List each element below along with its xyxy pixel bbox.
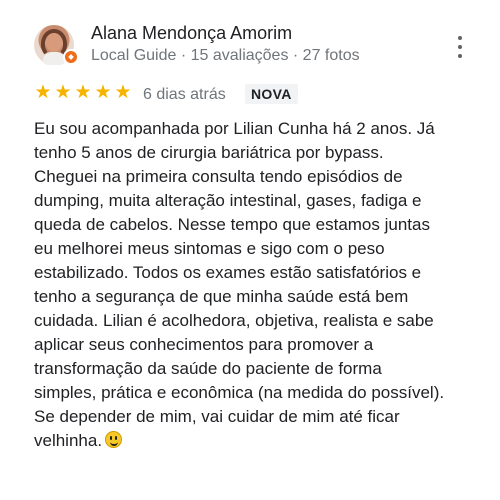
review-text-line: estabilizado. Todos os exames estão sati… <box>34 263 422 282</box>
more-dot <box>458 54 462 58</box>
review-text-line: cuidada. Lilian é acolhedora, objetiva, … <box>34 311 434 330</box>
reviewer-meta: Local Guide · 15 avaliações · 27 fotos <box>91 47 360 64</box>
review-text-line: dumping, muita alteração intestinal, gas… <box>34 191 422 210</box>
star-icon: ★ <box>54 82 72 103</box>
avatar-face <box>46 33 62 52</box>
review-text-line: velhinha. <box>34 431 103 450</box>
more-vertical-icon[interactable] <box>452 36 468 58</box>
review-text-line: Eu sou acompanhada por Lilian Cunha há 2… <box>34 119 435 138</box>
reviewer-name[interactable]: Alana Mendonça Amorim <box>91 21 292 45</box>
more-dot <box>458 45 462 49</box>
review-text-line: aplicar seus conhecimentos para promover… <box>34 335 374 354</box>
review-text-line: eu melhorei meus sintomas e sigo com o p… <box>34 239 385 258</box>
review-text-line: tenho 5 anos de cirurgia bariátrica por … <box>34 143 384 162</box>
grinning-face-emoji-icon <box>105 431 123 448</box>
star-icon: ★ <box>74 82 92 103</box>
star-icon: ★ <box>114 82 132 103</box>
profile-photo-icon[interactable] <box>34 25 79 65</box>
review-text-line: transformação da saúde do paciente de fo… <box>34 359 382 378</box>
star-rating: ★ ★ ★ ★ ★ <box>34 82 132 103</box>
star-icon: ★ <box>94 82 112 103</box>
review-card: Alana Mendonça Amorim Local Guide · 15 a… <box>0 0 500 500</box>
review-text-line: tenho a segurança de que minha saúde est… <box>34 287 409 306</box>
review-text-line: Se depender de mim, vai cuidar de mim at… <box>34 407 400 426</box>
review-text-line: Cheguei na primeira consulta tendo episó… <box>34 167 403 186</box>
more-dot <box>458 36 462 40</box>
review-text-line: simples, prática e econômica (na medida … <box>34 383 445 402</box>
avatar-shirt <box>43 52 65 65</box>
review-text-line: queda de cabelos. Nesse tempo que estamo… <box>34 215 430 234</box>
review-text: Eu sou acompanhada por Lilian Cunha há 2… <box>34 117 489 453</box>
local-guide-badge-icon <box>63 49 79 65</box>
review-text-last-line: velhinha. <box>34 429 489 453</box>
review-time: 6 dias atrás <box>143 86 226 103</box>
star-icon: ★ <box>34 82 52 103</box>
new-badge: NOVA <box>245 84 298 104</box>
